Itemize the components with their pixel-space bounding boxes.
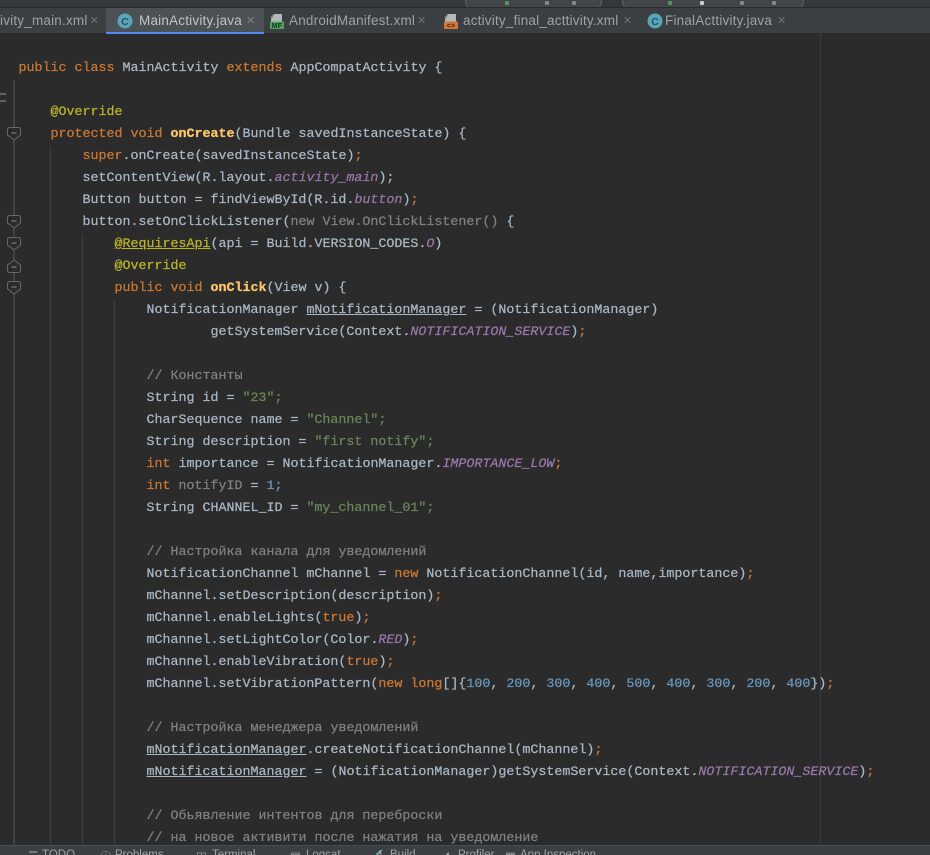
svg-text:C: C <box>651 16 659 28</box>
svg-text:C: C <box>121 16 129 28</box>
svg-text:<>: <> <box>447 23 456 29</box>
svg-text:MF: MF <box>272 23 283 29</box>
